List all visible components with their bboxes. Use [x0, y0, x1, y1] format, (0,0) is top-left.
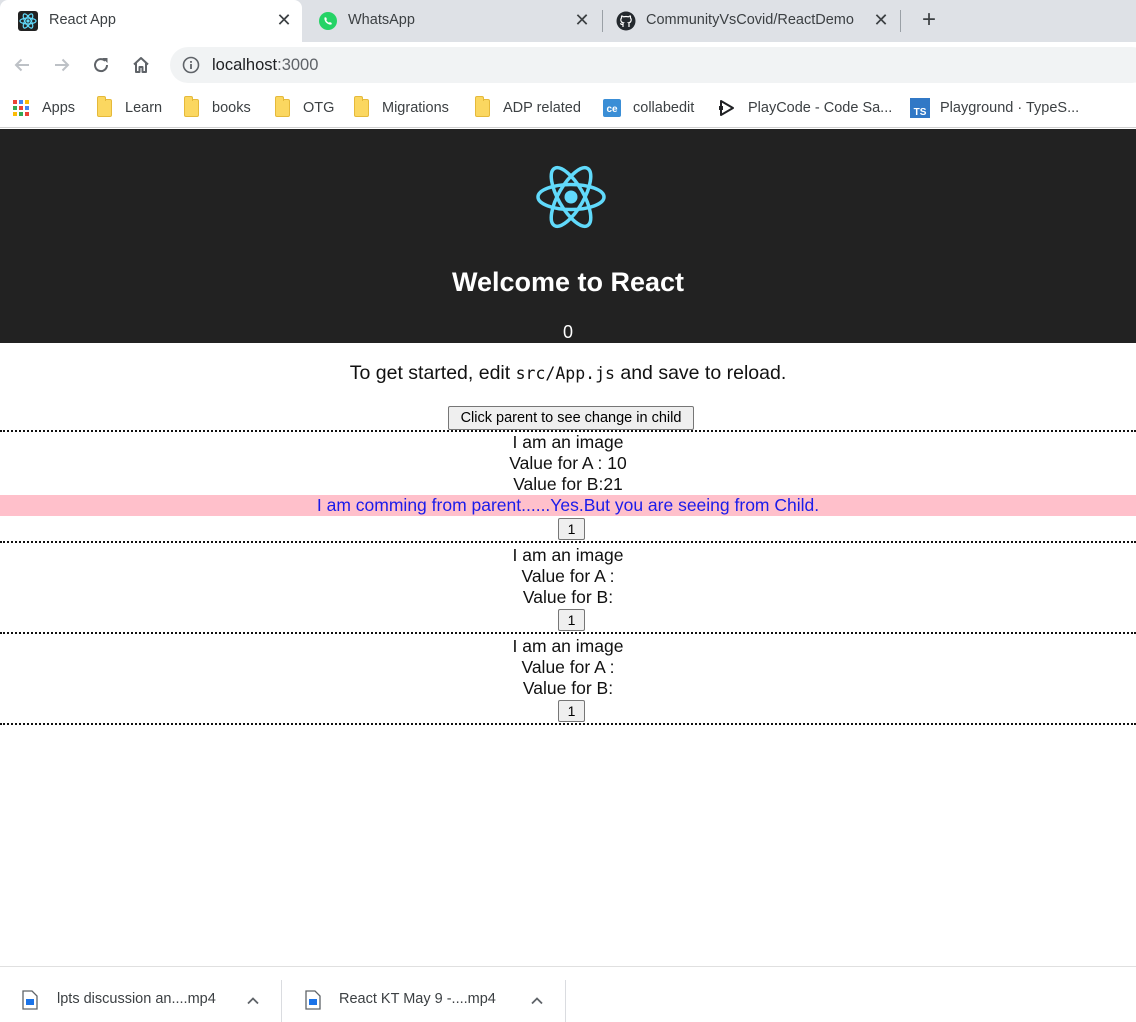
tab-strip: React App ✕ WhatsApp ✕ CommunityVsCovid/…	[0, 0, 1136, 42]
parent-change-button[interactable]: Click parent to see change in child	[448, 406, 694, 430]
download-item[interactable]: React KT May 9 -....mp4	[305, 980, 555, 1020]
intro-text: To get started, edit src/App.js and save…	[0, 362, 1136, 385]
intro-text-end: and save to reload.	[614, 362, 787, 384]
tab-github[interactable]: CommunityVsCovid/ReactDemo ✕	[603, 0, 899, 42]
bookmark-label: OTG	[303, 100, 335, 116]
video-file-icon	[305, 990, 321, 1010]
back-arrow-icon	[14, 58, 29, 72]
folder-icon	[97, 96, 112, 117]
download-item[interactable]: lpts discussion an....mp4	[22, 980, 272, 1020]
bookmark-books[interactable]: books	[184, 96, 251, 120]
child-value-a: Value for A : 10	[509, 453, 627, 473]
download-separator	[565, 980, 566, 1022]
child-image-text: I am an image	[512, 545, 624, 565]
close-tab-icon[interactable]: ✕	[571, 9, 593, 31]
child-counter-button[interactable]: 1	[558, 518, 585, 540]
tab-title: React App	[49, 12, 116, 28]
child-image-text: I am an image	[512, 636, 624, 656]
bookmark-label: ADP related	[503, 100, 581, 116]
download-separator	[281, 980, 282, 1022]
bookmark-label: PlayCode - Code Sa...	[748, 100, 893, 116]
browser-toolbar: localhost:3000	[0, 42, 1136, 88]
child-value-a: Value for A :	[521, 657, 615, 677]
collabedit-icon: ce	[603, 99, 621, 117]
folder-icon	[475, 96, 490, 117]
back-button[interactable]	[9, 52, 35, 78]
home-button[interactable]	[128, 52, 154, 78]
chevron-up-icon[interactable]	[244, 992, 262, 1010]
child-parent-message: I am comming from parent......Yes.But yo…	[0, 495, 1136, 516]
svg-text:ce: ce	[606, 104, 618, 115]
svg-text:TS: TS	[914, 107, 927, 118]
url-host: localhost	[212, 56, 278, 74]
child-counter-button[interactable]: 1	[558, 609, 585, 631]
bookmark-label: Apps	[42, 100, 76, 116]
bookmark-label: collabedit	[633, 100, 695, 116]
folder-icon	[275, 96, 290, 117]
react-logo-icon	[536, 165, 606, 229]
chevron-up-icon[interactable]	[528, 992, 546, 1010]
bookmark-otg[interactable]: OTG	[275, 96, 334, 120]
bookmarks-bar: Apps Learn books OTG Migrations ADP rela…	[0, 88, 1136, 128]
apps-grid-icon	[13, 100, 29, 116]
tab-react-app[interactable]: React App ✕	[0, 0, 302, 42]
address-bar[interactable]: localhost:3000	[170, 47, 1136, 83]
home-icon	[133, 57, 149, 73]
app-header: Welcome to React 0	[0, 129, 1136, 343]
intro-text-start: To get started, edit	[349, 362, 516, 384]
bookmark-adp-related[interactable]: ADP related	[475, 96, 581, 120]
close-tab-icon[interactable]: ✕	[870, 9, 892, 31]
child-divider	[0, 723, 1136, 725]
child-value-b: Value for B:21	[513, 474, 623, 494]
bookmark-playcode[interactable]: PlayCode - Code Sa...	[718, 96, 892, 120]
child-value-b: Value for B:	[522, 587, 614, 607]
forward-button[interactable]	[49, 52, 75, 78]
new-tab-button[interactable]: +	[916, 8, 942, 34]
bookmark-label: books	[212, 100, 251, 116]
child-counter-button[interactable]: 1	[558, 700, 585, 722]
bookmark-label: Migrations	[382, 100, 449, 116]
download-file-name: React KT May 9 -....mp4	[339, 991, 496, 1007]
child-image-text: I am an image	[512, 432, 624, 452]
folder-icon	[184, 96, 199, 117]
close-tab-icon[interactable]: ✕	[273, 9, 295, 31]
bookmark-learn[interactable]: Learn	[97, 96, 162, 120]
forward-arrow-icon	[55, 58, 70, 72]
download-file-name: lpts discussion an....mp4	[57, 991, 216, 1007]
tab-title: WhatsApp	[348, 12, 415, 28]
reload-icon	[94, 58, 109, 73]
page-content: Welcome to React 0 To get started, edit …	[0, 129, 1136, 966]
bookmark-label: Playground · TypeS...	[940, 100, 1080, 116]
playcode-icon	[719, 100, 734, 116]
child-divider	[0, 541, 1136, 543]
tab-separator	[900, 10, 901, 32]
bookmark-apps[interactable]: Apps	[12, 96, 75, 120]
counter-value: 0	[562, 322, 573, 342]
url-port: :3000	[277, 56, 319, 74]
child-value-b: Value for B:	[522, 678, 614, 698]
tab-whatsapp[interactable]: WhatsApp ✕	[302, 0, 602, 42]
bookmark-collabedit[interactable]: ce collabedit	[603, 96, 694, 120]
reload-button[interactable]	[88, 52, 114, 78]
page-title: Welcome to React	[451, 267, 685, 297]
bookmark-typescript-playground[interactable]: TS Playground · TypeS...	[910, 96, 1079, 120]
bookmark-label: Learn	[125, 100, 163, 116]
address-url: localhost:3000	[212, 56, 318, 75]
intro-code: src/App.js	[515, 364, 615, 383]
video-file-icon	[22, 990, 38, 1010]
child-value-a: Value for A :	[521, 566, 615, 586]
whatsapp-icon	[319, 12, 337, 30]
typescript-icon: TS	[910, 98, 930, 118]
tab-title: CommunityVsCovid/ReactDemo	[646, 12, 854, 28]
site-info-icon[interactable]	[182, 56, 200, 74]
react-icon	[18, 11, 38, 31]
child-divider	[0, 632, 1136, 634]
bookmark-migrations[interactable]: Migrations	[354, 96, 449, 120]
github-icon	[616, 11, 636, 31]
folder-icon	[354, 96, 369, 117]
